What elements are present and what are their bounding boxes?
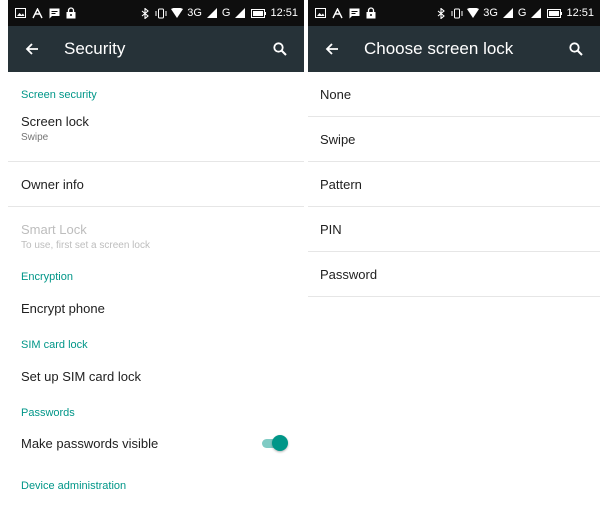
signal-icon [502, 7, 514, 19]
message-notification-icon [48, 7, 60, 19]
cleaner-notification-icon [331, 7, 343, 19]
arrow-back-icon [325, 43, 338, 55]
lock-notification-icon [365, 7, 377, 19]
choose-screen-lock-toolbar: Choose screen lock [308, 26, 600, 72]
option-password[interactable]: Password [308, 252, 600, 297]
set-up-sim-lock-title: Set up SIM card lock [21, 369, 141, 384]
set-up-sim-lock-item[interactable]: Set up SIM card lock [8, 369, 304, 384]
owner-info-item[interactable]: Owner info [8, 177, 304, 192]
vibrate-icon [155, 7, 167, 19]
status-bar: 3G G 12:51 [8, 0, 304, 26]
make-passwords-visible-item[interactable]: Make passwords visible [8, 435, 304, 451]
image-notification-icon [314, 7, 326, 19]
search-icon [273, 42, 287, 56]
option-pin[interactable]: PIN [308, 207, 600, 252]
make-passwords-visible-title: Make passwords visible [21, 436, 159, 451]
security-screen: 3G G 12:51 Security Screen security Scre… [8, 0, 304, 524]
wifi-icon [171, 7, 184, 19]
clock: 12:51 [270, 7, 298, 19]
section-header-passwords: Passwords [21, 407, 75, 419]
choose-screen-lock-screen: 3G G 12:51 Choose screen lock None Swipe… [308, 0, 600, 524]
battery-icon [250, 7, 266, 19]
page-title: Choose screen lock [364, 39, 514, 58]
page-title: Security [64, 39, 126, 58]
screen-lock-options-list: None Swipe Pattern PIN Password [308, 72, 600, 297]
section-header-device-administration: Device administration [21, 480, 127, 492]
option-swipe[interactable]: Swipe [308, 117, 600, 162]
image-notification-icon [14, 7, 26, 19]
lock-notification-icon [65, 7, 77, 19]
signal-icon-2 [234, 7, 246, 19]
bluetooth-icon [139, 7, 151, 19]
smart-lock-title: Smart Lock [21, 222, 87, 237]
encrypt-phone-item[interactable]: Encrypt phone [8, 301, 304, 316]
screen-lock-title: Screen lock [21, 114, 89, 129]
signal-icon [206, 7, 218, 19]
cleaner-notification-icon [31, 7, 43, 19]
search-button[interactable] [266, 35, 294, 63]
option-pattern[interactable]: Pattern [308, 162, 600, 207]
network-type-label-2: G [517, 7, 527, 19]
smart-lock-summary: To use, first set a screen lock [21, 240, 150, 251]
security-toolbar: Security [8, 26, 304, 72]
section-header-sim-card-lock: SIM card lock [21, 339, 88, 351]
make-passwords-visible-toggle[interactable] [260, 435, 288, 451]
section-header-screen-security: Screen security [21, 89, 97, 101]
arrow-back-icon [25, 43, 38, 55]
network-type-label: 3G [187, 7, 202, 19]
network-type-label: 3G [483, 7, 498, 19]
owner-info-title: Owner info [21, 177, 84, 192]
screen-lock-summary: Swipe [21, 132, 49, 143]
encrypt-phone-title: Encrypt phone [21, 301, 105, 316]
network-type-label-2: G [221, 7, 231, 19]
clock: 12:51 [566, 7, 594, 19]
search-icon [569, 42, 583, 56]
message-notification-icon [348, 7, 360, 19]
back-button[interactable] [18, 35, 46, 63]
smart-lock-item: Smart Lock To use, first set a screen lo… [8, 222, 304, 251]
battery-icon [546, 7, 562, 19]
search-button[interactable] [562, 35, 590, 63]
screen-lock-item[interactable]: Screen lock Swipe [8, 114, 304, 143]
vibrate-icon [451, 7, 463, 19]
wifi-icon [467, 7, 480, 19]
toggle-thumb [272, 435, 288, 451]
status-bar: 3G G 12:51 [308, 0, 600, 26]
option-none[interactable]: None [308, 72, 600, 117]
bluetooth-icon [435, 7, 447, 19]
signal-icon-2 [530, 7, 542, 19]
back-button[interactable] [318, 35, 346, 63]
section-header-encryption: Encryption [21, 271, 73, 283]
